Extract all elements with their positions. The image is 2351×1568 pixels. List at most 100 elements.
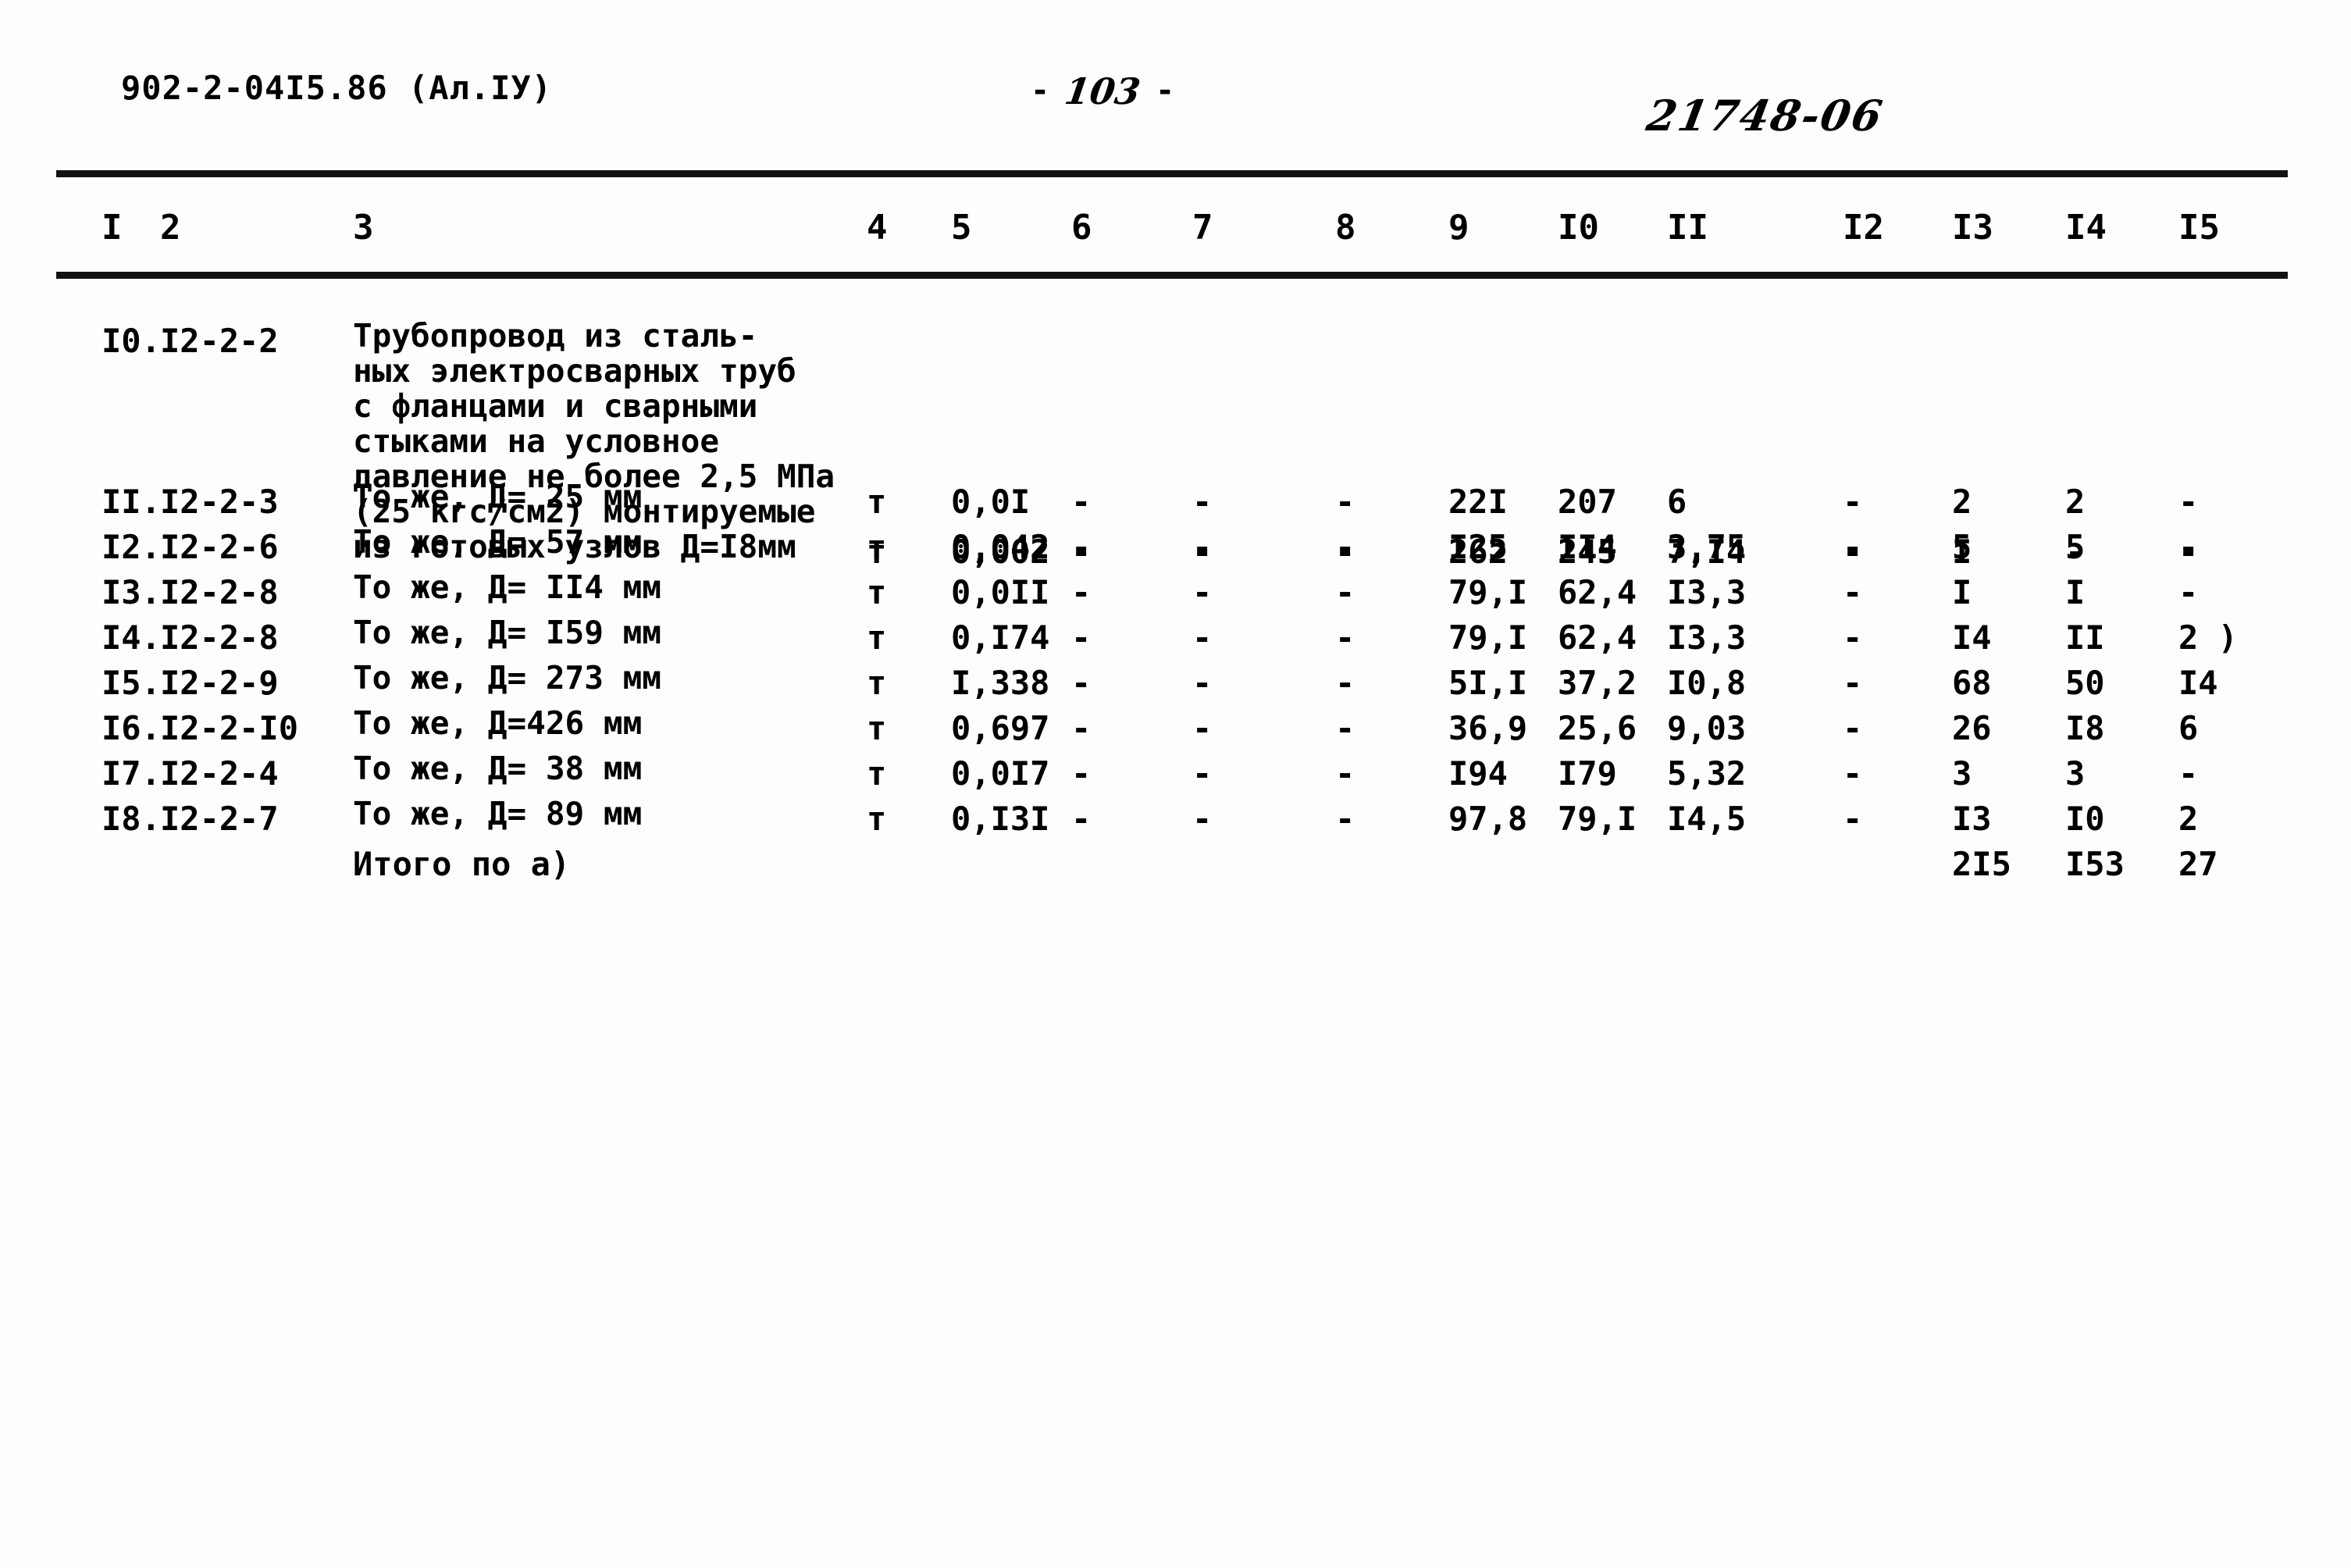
row-col7: -	[1192, 800, 1213, 838]
row-col11: I4,5	[1667, 800, 1747, 838]
row-col12: -	[1843, 618, 1863, 657]
row-col15: -	[2178, 483, 2199, 521]
row-description-line: с фланцами и сварными	[353, 387, 758, 425]
column-header-13: I3	[1952, 208, 1993, 248]
row-description-line: То же, Д= II4 мм	[353, 568, 661, 606]
row-description-line: То же, Д= 25 мм	[353, 478, 643, 515]
row-code: I2-2-8	[160, 573, 279, 611]
row-col14: I0	[2065, 800, 2105, 838]
row-col11: I3,3	[1667, 618, 1747, 657]
row-col9: 79,I	[1448, 618, 1528, 657]
row-code: I2-2-6	[160, 528, 279, 566]
row-code: I2-2-4	[160, 754, 279, 793]
column-header-1: I	[102, 208, 123, 248]
column-header-5: 5	[951, 208, 972, 248]
row-col14: 3	[2065, 754, 2086, 793]
row-col12: -	[1843, 709, 1863, 747]
row-description-line: То же, Д= 57 мм	[353, 523, 643, 561]
row-col10: 37,2	[1558, 664, 1637, 702]
row-col13: 2	[1952, 483, 1972, 521]
document-page: 902-2-04I5.86 (Ал.IУ) -103- 21748-06 I23…	[0, 0, 2351, 1568]
row-col15: 2 )	[2178, 618, 2238, 657]
row-description-line: То же, Д= 273 мм	[353, 659, 661, 697]
row-col9: 36,9	[1448, 709, 1528, 747]
row-col9: 79,I	[1448, 573, 1528, 611]
page-number-dash-left: -	[1031, 73, 1050, 109]
row-code: I2-2-8	[160, 618, 279, 657]
row-col15: I4	[2178, 664, 2218, 702]
row-col9: I25	[1448, 528, 1508, 566]
row-col5: 0,0I	[951, 483, 1031, 521]
row-col7: -	[1192, 483, 1213, 521]
row-col8: -	[1335, 754, 1355, 793]
row-col13: I3	[1952, 800, 1992, 838]
row-col8: -	[1335, 800, 1355, 838]
column-header-4: 4	[867, 208, 888, 248]
row-col14: 50	[2065, 664, 2105, 702]
column-header-7: 7	[1192, 208, 1213, 248]
row-col7: -	[1192, 618, 1213, 657]
row-col11: 9,03	[1667, 709, 1747, 747]
row-col12: -	[1843, 528, 1863, 566]
row-number: I6.	[102, 709, 161, 747]
row-col6: -	[1071, 664, 1092, 702]
column-header-14: I4	[2065, 208, 2107, 248]
row-col7: -	[1192, 528, 1213, 566]
row-col5: I,338	[951, 664, 1050, 702]
row-col13: I	[1952, 573, 1972, 611]
row-col8: -	[1335, 483, 1355, 521]
column-header-9: 9	[1448, 208, 1469, 248]
column-header-8: 8	[1335, 208, 1356, 248]
row-col6: -	[1071, 709, 1092, 747]
row-col8: -	[1335, 664, 1355, 702]
page-number-block: -103-	[1031, 70, 1174, 112]
row-col7: -	[1192, 709, 1213, 747]
row-col10: 62,4	[1558, 618, 1637, 657]
row-col10: I79	[1558, 754, 1617, 793]
row-col8: -	[1335, 618, 1355, 657]
row-unit: т	[867, 618, 887, 657]
row-number: I0.	[102, 322, 161, 360]
row-col8: -	[1335, 573, 1355, 611]
row-col10: 25,6	[1558, 709, 1637, 747]
row-col9: 5I,I	[1448, 664, 1528, 702]
row-col13: 3	[1952, 754, 1972, 793]
row-col11: 6	[1667, 483, 1687, 521]
row-col15: 2	[2178, 800, 2199, 838]
row-col6: -	[1071, 754, 1092, 793]
row-col5: 0,697	[951, 709, 1050, 747]
row-description-line: стыками на условное	[353, 422, 719, 460]
row-col11: I0,8	[1667, 664, 1747, 702]
row-col5: 0,0II	[951, 573, 1050, 611]
row-number: II.	[102, 483, 161, 521]
row-unit: т	[867, 800, 887, 838]
row-code: I2-2-9	[160, 664, 279, 702]
column-header-12: I2	[1843, 208, 1884, 248]
row-number: I5.	[102, 664, 161, 702]
page-number: 103	[1062, 70, 1143, 112]
row-col11: 5,32	[1667, 754, 1747, 793]
row-col6: -	[1071, 483, 1092, 521]
row-col14: II	[2065, 618, 2105, 657]
column-header-10: I0	[1558, 208, 1599, 248]
page-number-dash-right: -	[1156, 73, 1175, 109]
row-col5: 0,I3I	[951, 800, 1050, 838]
table-header-rule	[56, 272, 2288, 279]
row-code: I2-2-7	[160, 800, 279, 838]
row-col8: -	[1335, 709, 1355, 747]
row-col5: 0,0I7	[951, 754, 1050, 793]
row-description-line: То же, Д= I59 мм	[353, 614, 661, 651]
row-code: I2-2-I0	[160, 709, 299, 747]
row-number: I4.	[102, 618, 161, 657]
document-header: 902-2-04I5.86 (Ал.IУ) -103- 21748-06	[0, 69, 2351, 141]
row-code: I2-2-3	[160, 483, 279, 521]
row-col12: -	[1843, 664, 1863, 702]
row-col10: II4	[1558, 528, 1617, 566]
row-description-line: Трубопровод из сталь-	[353, 317, 758, 355]
total-col13: 2I5	[1952, 845, 2011, 883]
archive-stamp-number: 21748-06	[1643, 91, 1888, 141]
row-col12: -	[1843, 573, 1863, 611]
table-top-rule	[56, 170, 2288, 177]
row-number: I2.	[102, 528, 161, 566]
total-col15: 27	[2178, 845, 2218, 883]
